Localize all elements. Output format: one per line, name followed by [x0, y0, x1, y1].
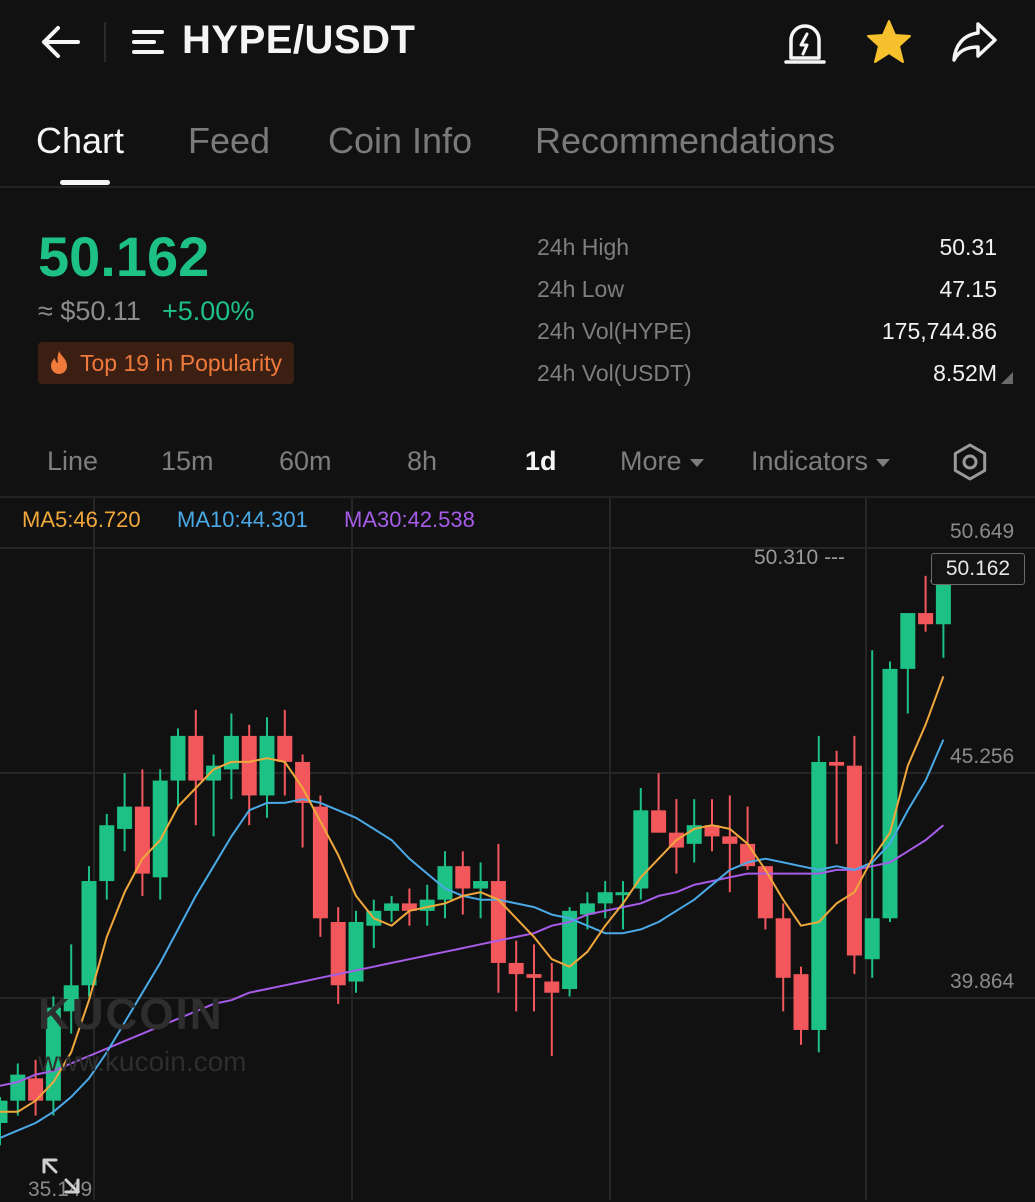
usd-price: ≈ $50.11: [38, 296, 141, 326]
candle-body: [117, 806, 133, 829]
candle-body: [918, 613, 934, 625]
ma10-legend: MA10:44.301: [177, 507, 308, 533]
stat-value: 50.31: [939, 234, 997, 260]
candle-body: [882, 668, 898, 919]
candle-body: [935, 580, 951, 625]
last-price: 50.162: [38, 225, 210, 288]
candle-body: [473, 881, 489, 889]
candle-body: [277, 735, 293, 762]
candle-body: [10, 1074, 26, 1101]
timeframe-1d[interactable]: 1d: [525, 446, 557, 477]
indicators-label: Indicators: [751, 446, 869, 476]
ma5-legend: MA5:46.720: [22, 507, 141, 533]
candle-body: [900, 613, 916, 669]
stat-label: 24h High: [537, 234, 630, 260]
watermark-url: www.kucoin.com: [38, 1046, 247, 1077]
timeframe-60m[interactable]: 60m: [279, 446, 332, 477]
stat-value: 47.15: [939, 276, 997, 302]
timeframe-line[interactable]: Line: [47, 446, 98, 477]
stat-24h-high: 24h High 50.31: [537, 230, 997, 272]
more-label: More: [620, 446, 682, 476]
candle-body: [597, 892, 613, 904]
candle-body: [81, 881, 97, 986]
stat-24h-low: 24h Low 47.15: [537, 272, 997, 314]
flame-icon: [51, 351, 67, 374]
ma10-value: MA10:44.301: [177, 507, 308, 532]
candle-body: [526, 974, 542, 978]
kucoin-watermark: KUCOIN www.kucoin.com: [38, 990, 247, 1078]
stat-value: 175,744.86: [881, 318, 997, 344]
candle-body: [508, 962, 524, 975]
candle-body: [775, 918, 791, 978]
pair-title[interactable]: HYPE/USDT: [182, 18, 415, 63]
tab-coin-info[interactable]: Coin Info: [328, 120, 472, 162]
ma30-legend: MA30:42.538: [344, 507, 475, 533]
stat-24h-vol-usdt: 24h Vol(USDT) 8.52M: [537, 356, 1013, 398]
candle-body: [490, 881, 506, 963]
candle-body: [651, 810, 667, 833]
candle-body: [188, 735, 204, 781]
candle-body: [846, 765, 862, 956]
candle-body: [28, 1078, 44, 1101]
price-change: +5.00%: [162, 296, 255, 326]
chevron-down-icon: [689, 458, 704, 467]
chevron-down-icon: [876, 458, 891, 467]
candle-body: [829, 761, 845, 766]
high-marker-label: 50.310 ---: [754, 546, 846, 569]
candle-body: [241, 735, 257, 796]
tab-feed[interactable]: Feed: [188, 120, 270, 162]
tab-recommendations[interactable]: Recommendations: [535, 120, 835, 162]
more-dropdown[interactable]: More: [620, 446, 704, 477]
expand-icon[interactable]: [40, 1156, 82, 1196]
stat-label: 24h Vol(HYPE): [537, 318, 692, 344]
popularity-badge-label: Top 19 in Popularity: [80, 349, 283, 376]
menu-lines-icon[interactable]: [130, 26, 166, 58]
candle-body: [864, 918, 880, 960]
star-icon[interactable]: [864, 18, 914, 66]
indicators-dropdown[interactable]: Indicators: [751, 446, 891, 477]
candle-body: [722, 836, 738, 844]
tab-bar: Chart Feed Coin Info Recommendations: [0, 100, 1035, 188]
stat-24h-vol-hype: 24h Vol(HYPE) 175,744.86: [537, 314, 997, 356]
timeframe-8h[interactable]: 8h: [407, 446, 437, 477]
candle-body: [348, 922, 364, 982]
candlestick-chart[interactable]: [0, 498, 1035, 1200]
candle-body: [170, 735, 186, 781]
y-axis-label: 50.649: [950, 520, 1015, 543]
ma5-value: MA5:46.720: [22, 507, 141, 532]
stat-value: 8.52M: [933, 360, 997, 386]
stat-label: 24h Low: [537, 276, 624, 302]
tab-chart[interactable]: Chart: [36, 120, 124, 162]
candle-body: [99, 825, 115, 882]
active-tab-indicator: [60, 180, 110, 185]
chart-settings-icon[interactable]: [950, 442, 990, 482]
watermark-logo: KUCOIN: [38, 990, 224, 1039]
share-icon[interactable]: [950, 20, 998, 64]
candle-body: [134, 806, 150, 874]
timeframe-15m[interactable]: 15m: [161, 446, 214, 477]
current-price-tag: 50.162: [931, 553, 1025, 585]
candle-body: [544, 981, 560, 993]
top-bar: HYPE/USDT: [0, 0, 1035, 84]
stats-panel: 24h High 50.31 24h Low 47.15 24h Vol(HYP…: [537, 230, 1013, 398]
stat-label: 24h Vol(USDT): [537, 360, 692, 386]
ma30-value: MA30:42.538: [344, 507, 475, 532]
candle-body: [455, 866, 471, 889]
popularity-badge[interactable]: Top 19 in Popularity: [38, 342, 295, 384]
candle-body: [793, 974, 809, 1030]
price-alert-icon[interactable]: [782, 18, 828, 66]
timeframe-bar: Line 15m 60m 8h 1d More Indicators: [0, 430, 1035, 498]
back-arrow-icon[interactable]: [38, 20, 82, 64]
y-axis-label: 45.256: [950, 745, 1015, 768]
candle-body: [384, 903, 400, 911]
y-axis-label: 39.864: [950, 970, 1015, 993]
corner-triangle-icon: [1001, 372, 1013, 384]
candle-body: [811, 761, 827, 1030]
candle-body: [259, 735, 275, 796]
header-divider: [104, 22, 106, 62]
